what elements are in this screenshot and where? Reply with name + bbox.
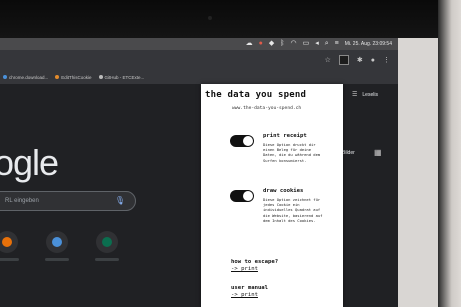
option-title: print receipt — [263, 133, 307, 139]
bookmarks-bar: chrome.download... EditThisCookie GitHub… — [0, 70, 398, 84]
images-link[interactable]: Bilder — [342, 150, 355, 156]
macos-menubar: ☁ ● ◆ ᛒ ◠ ▭ ◂ ⌕ ≡ Mi. 25. Aug. 23:09:54 — [0, 38, 398, 50]
microphone-icon[interactable]: 🎙 — [115, 196, 125, 205]
volume-icon[interactable]: ◂ — [315, 38, 319, 50]
shortcut-label — [0, 258, 19, 261]
spotlight-icon[interactable]: ⌕ — [325, 38, 329, 50]
app-red-icon[interactable]: ● — [259, 38, 263, 50]
browser-toolbar: ☆ ✱ ● ⋮ — [0, 50, 398, 70]
shortcut-2[interactable] — [46, 231, 68, 253]
option-print-receipt: print receipt Diese Option druckt dir ei… — [230, 133, 340, 183]
menu-dots-icon[interactable]: ⋮ — [383, 56, 390, 64]
shortcut-favicon-icon — [52, 237, 62, 247]
option-draw-cookies: draw cookies Diese Option zeichnet für j… — [230, 188, 340, 244]
option-description: Diese Option zeichnet für jedes Cookie e… — [263, 197, 323, 223]
escape-print-link[interactable]: -> print — [231, 266, 278, 272]
apps-grid-icon[interactable]: ▦ — [374, 148, 382, 157]
bookmark-github[interactable]: GitHub - ETCExte... — [98, 75, 144, 80]
shortcut-favicon-icon — [2, 237, 12, 247]
escape-title: how to escape? — [231, 259, 279, 265]
toggle-knob — [243, 191, 253, 201]
cookie-icon — [55, 75, 60, 79]
extensions-puzzle-icon[interactable]: ✱ — [357, 56, 363, 64]
manual-print-link[interactable]: -> print — [231, 292, 268, 298]
bookmark-editthiscookie[interactable]: EditThisCookie — [55, 75, 92, 80]
print-receipt-toggle[interactable] — [230, 135, 254, 147]
shortcut-label — [45, 258, 69, 261]
wifi-icon[interactable]: ◠ — [290, 38, 296, 50]
bookmark-star-icon[interactable]: ☆ — [325, 56, 331, 64]
search-input[interactable]: RL eingeben 🎙 — [0, 191, 136, 211]
google-logo: ogle — [0, 142, 59, 183]
search-placeholder: RL eingeben — [5, 198, 39, 204]
menubar-clock[interactable]: Mi. 25. Aug. 23:09:54 — [345, 41, 392, 47]
webcam — [208, 16, 212, 20]
battery-icon[interactable]: ▭ — [303, 38, 310, 50]
option-description: Diese Option druckt dir einen Beleg für … — [263, 142, 321, 163]
chrome-icon — [3, 75, 7, 79]
toggle-knob — [243, 136, 253, 146]
dropbox-icon[interactable]: ◆ — [269, 38, 274, 50]
bookmark-chrome-download[interactable]: chrome.download... — [3, 75, 48, 80]
extension-data-you-spend-icon[interactable] — [338, 55, 349, 65]
draw-cookies-toggle[interactable] — [230, 190, 254, 202]
cloud-icon[interactable]: ☁ — [246, 38, 253, 50]
reading-list-icon: ☰ — [352, 92, 358, 98]
github-icon — [98, 75, 103, 79]
manual-title: user manual — [231, 285, 269, 291]
shortcut-1[interactable] — [0, 231, 18, 253]
shortcut-label — [95, 258, 119, 261]
screen: ☁ ● ◆ ᛒ ◠ ▭ ◂ ⌕ ≡ Mi. 25. Aug. 23:09:54 … — [0, 38, 398, 307]
shortcut-3[interactable] — [96, 231, 118, 253]
popup-title: the data you spend — [205, 90, 307, 100]
extension-popup: the data you spend www.the-data-you-spen… — [201, 84, 343, 307]
control-icon[interactable]: ≡ — [335, 38, 339, 50]
laptop-top-bezel — [0, 0, 461, 38]
manual-section: user manual -> print — [231, 285, 268, 298]
shortcut-favicon-icon — [102, 237, 112, 247]
popup-url[interactable]: www.the-data-you-spend.ch — [232, 106, 301, 111]
reading-list[interactable]: ☰ Leselis — [352, 91, 378, 99]
option-title: draw cookies — [263, 188, 304, 194]
bluetooth-icon[interactable]: ᛒ — [280, 38, 284, 50]
escape-section: how to escape? -> print — [231, 259, 278, 272]
laptop-lid-edge — [438, 0, 461, 307]
profile-icon[interactable]: ● — [371, 57, 375, 64]
